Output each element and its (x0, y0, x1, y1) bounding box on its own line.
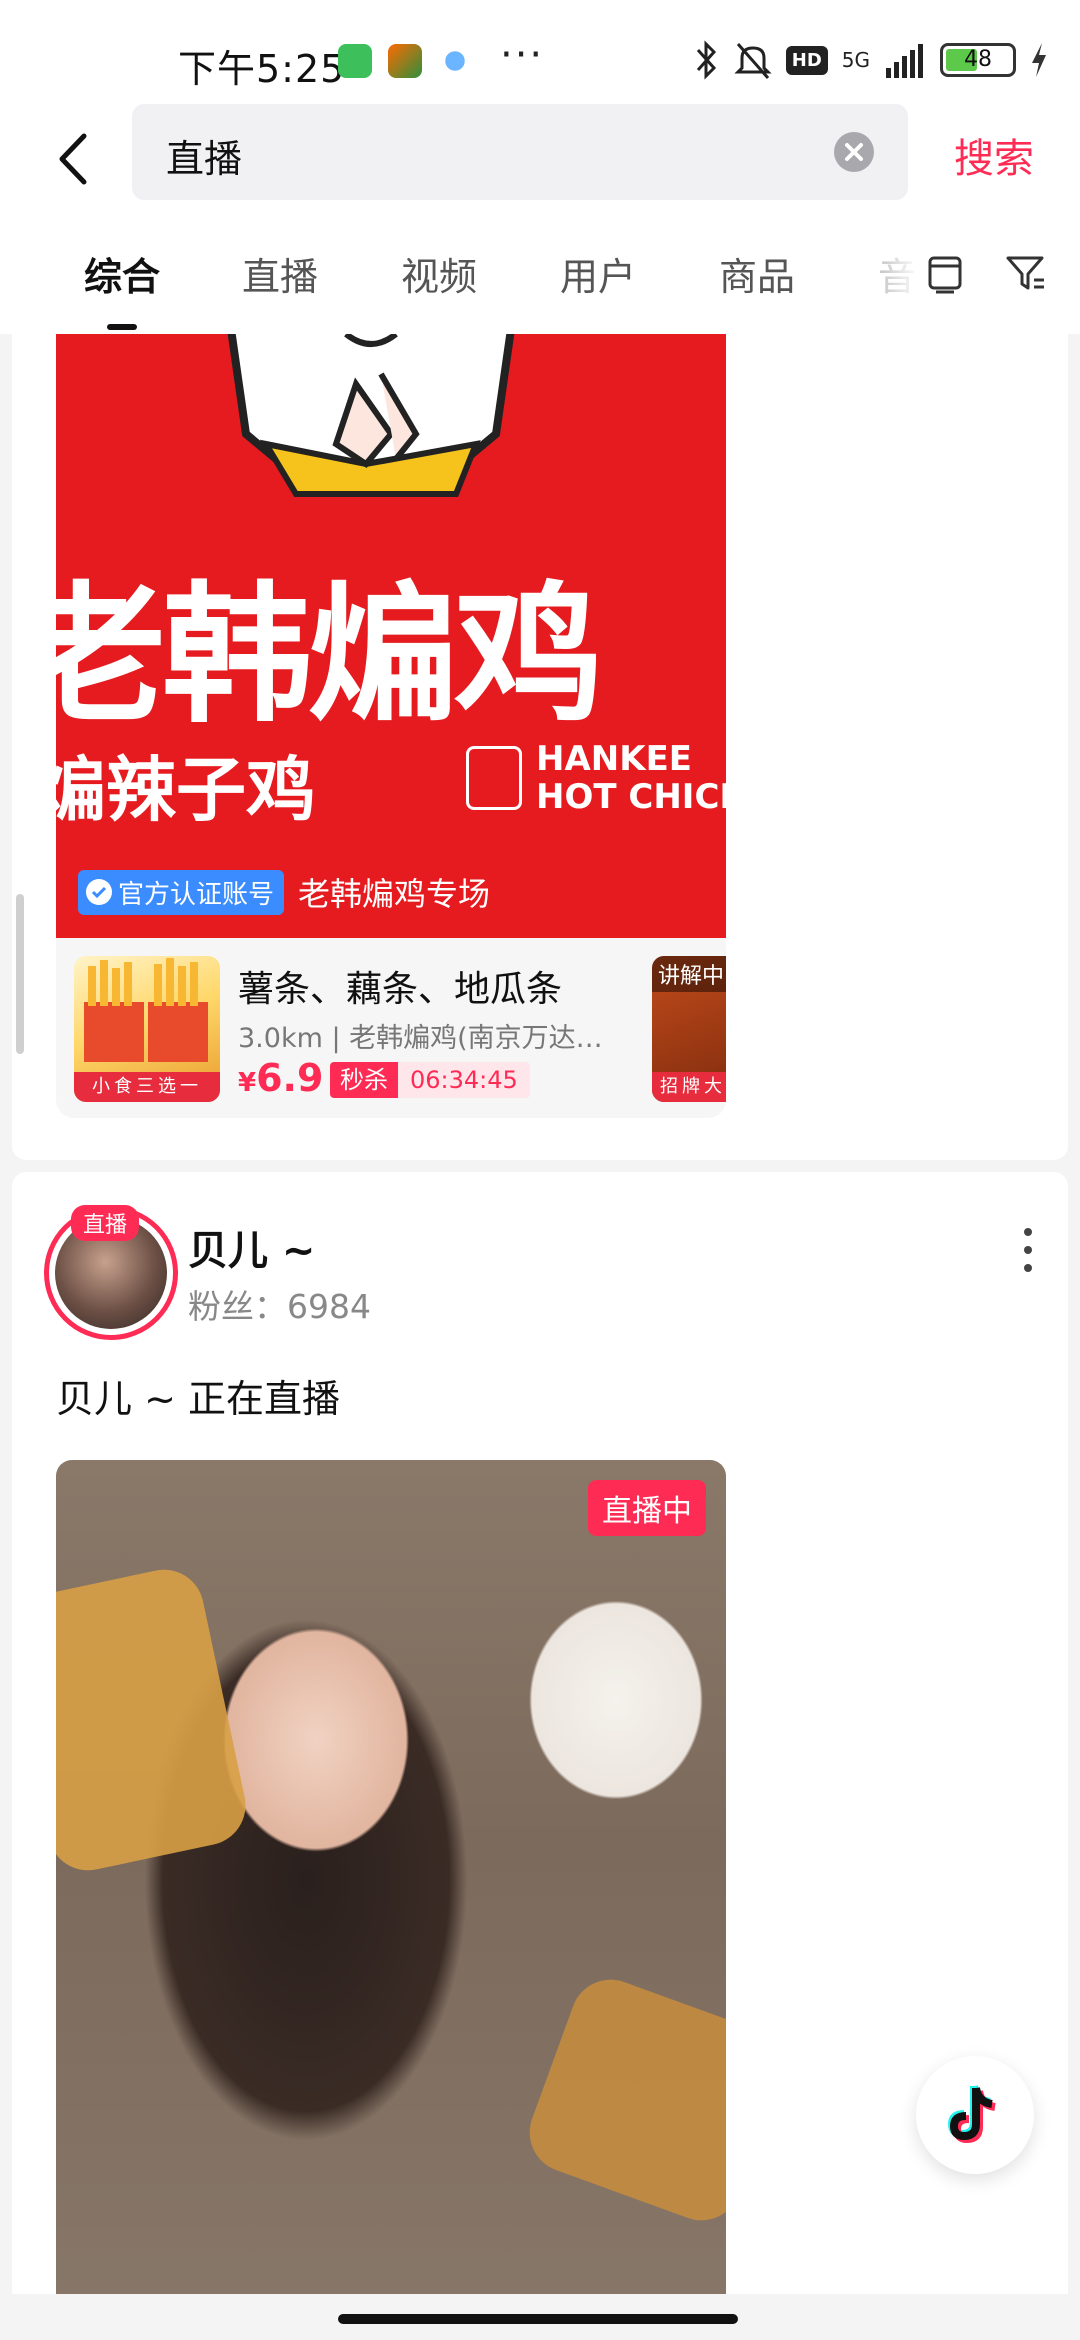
fries-illustration (84, 958, 208, 1062)
product2-tag: 招牌大 (652, 1072, 726, 1102)
product2-image[interactable]: 讲解中 招牌大 (652, 956, 726, 1102)
mute-icon (734, 43, 772, 79)
charging-icon (1032, 43, 1046, 77)
live-now-badge: 直播中 (588, 1480, 706, 1536)
explaining-badge: 讲解中 (652, 956, 726, 992)
tab-live[interactable]: 直播 (242, 246, 318, 301)
hd-badge: HD (785, 45, 828, 75)
status-time: 下午5:25 (178, 47, 346, 91)
live-user-card[interactable]: 直播 贝儿 ~ 粉丝：6984 贝儿 ~ 正在直播 直播中 (12, 1172, 1068, 2294)
back-arrow-icon[interactable] (44, 124, 104, 194)
product-price: ¥6.9 (238, 1056, 323, 1100)
app-58-notification-icon (388, 44, 422, 78)
product-title[interactable]: 薯条、藕条、地瓜条 (238, 960, 562, 1012)
cloud-app-notification-icon (438, 44, 472, 78)
product-image-tag: 小食三选一 (74, 1072, 220, 1102)
signal-icon (886, 44, 923, 78)
more-notifications-icon: ··· (500, 32, 545, 78)
search-button[interactable]: 搜索 (954, 126, 1034, 184)
price-value: 6.9 (256, 1056, 324, 1100)
scrollbar-thumb[interactable] (16, 894, 24, 1054)
douyin-logo-icon (947, 2085, 996, 2144)
active-tab-indicator (107, 324, 137, 330)
brand-subtitle: 煸辣子鸡 (56, 749, 316, 831)
flash-sale: 秒杀 06:34:45 (330, 1062, 530, 1098)
clear-icon[interactable] (834, 132, 874, 172)
filter-icon[interactable] (1002, 250, 1048, 296)
product-image[interactable]: 小食三选一 (74, 956, 220, 1102)
flash-sale-label: 秒杀 (330, 1062, 398, 1098)
live-stream-thumbnail[interactable]: 老韩煸鸡 煸辣子鸡 HANKEE HOT CHICK 官方认证账号 老韩煸鸡专场 (56, 334, 726, 938)
verified-label: 官方认证账号 (118, 879, 275, 910)
live-shop-card[interactable]: 老韩煸鸡 煸辣子鸡 HANKEE HOT CHICK 官方认证账号 老韩煸鸡专场 (12, 334, 1068, 1160)
search-bar: 直播 搜索 (0, 104, 1080, 214)
live-room-name: 老韩煸鸡专场 (298, 875, 491, 913)
brand-seal-icon (466, 746, 522, 810)
network-type: 5G (841, 48, 870, 72)
product-strip[interactable]: 小食三选一 薯条、藕条、地瓜条 3.0km | 老韩煸鸡(南京万达… ¥6.9 … (56, 938, 726, 1118)
verified-badge: 官方认证账号 (78, 869, 285, 915)
user-avatar[interactable]: 直播 (44, 1205, 178, 1340)
live-stream-preview[interactable]: 直播中 (56, 1460, 726, 2294)
tab-video[interactable]: 视频 (401, 246, 477, 301)
status-bar: 下午5:25 ··· HD 5G 48 (0, 0, 1080, 104)
brand-english: HANKEE HOT CHICK (536, 740, 726, 816)
mascot-illustration (227, 334, 515, 497)
search-input[interactable]: 直播 (132, 104, 908, 200)
pillow-shape (518, 1968, 726, 2232)
layout-icon[interactable] (922, 250, 968, 296)
verified-row: 官方认证账号 老韩煸鸡专场 (78, 869, 491, 915)
brand-english-line2: HOT CHICK (536, 777, 726, 817)
battery-indicator: 48 (940, 43, 1016, 77)
user-name[interactable]: 贝儿 ~ (188, 1218, 315, 1276)
tab-fade (860, 234, 920, 314)
search-query[interactable]: 直播 (166, 128, 242, 183)
more-icon[interactable] (1018, 1228, 1038, 1284)
avatar-live-badge: 直播 (71, 1205, 140, 1241)
brand-english-line1: HANKEE (536, 739, 693, 779)
system-nav-bar (0, 2294, 1080, 2340)
brand-title: 老韩煸鸡 (56, 567, 604, 743)
pillow-shape (56, 1562, 253, 1878)
fans-count: 6984 (287, 1287, 371, 1326)
user-fans: 粉丝：6984 (188, 1280, 371, 1328)
douyin-floating-button[interactable] (916, 2056, 1034, 2174)
tab-users[interactable]: 用户 (560, 246, 636, 301)
live-description: 贝儿 ~ 正在直播 (56, 1377, 340, 1421)
fans-label: 粉丝： (188, 1287, 287, 1326)
price-symbol: ¥ (238, 1068, 257, 1098)
tab-comprehensive[interactable]: 综合 (84, 246, 160, 301)
bluetooth-icon (696, 40, 716, 80)
result-tabs: 综合 直播 视频 用户 商品 音 (0, 214, 1080, 334)
verified-check-icon (86, 879, 112, 905)
wechat-notification-icon (338, 44, 372, 78)
tab-products[interactable]: 商品 (719, 246, 795, 301)
home-indicator[interactable] (338, 2314, 738, 2324)
battery-percent: 48 (964, 47, 992, 72)
status-indicators: HD 5G 48 (694, 38, 1048, 82)
flash-sale-countdown: 06:34:45 (398, 1062, 530, 1098)
search-results-feed: 老韩煸鸡 煸辣子鸡 HANKEE HOT CHICK 官方认证账号 老韩煸鸡专场 (0, 334, 1080, 2294)
product-meta: 3.0km | 老韩煸鸡(南京万达… (238, 1023, 603, 1054)
